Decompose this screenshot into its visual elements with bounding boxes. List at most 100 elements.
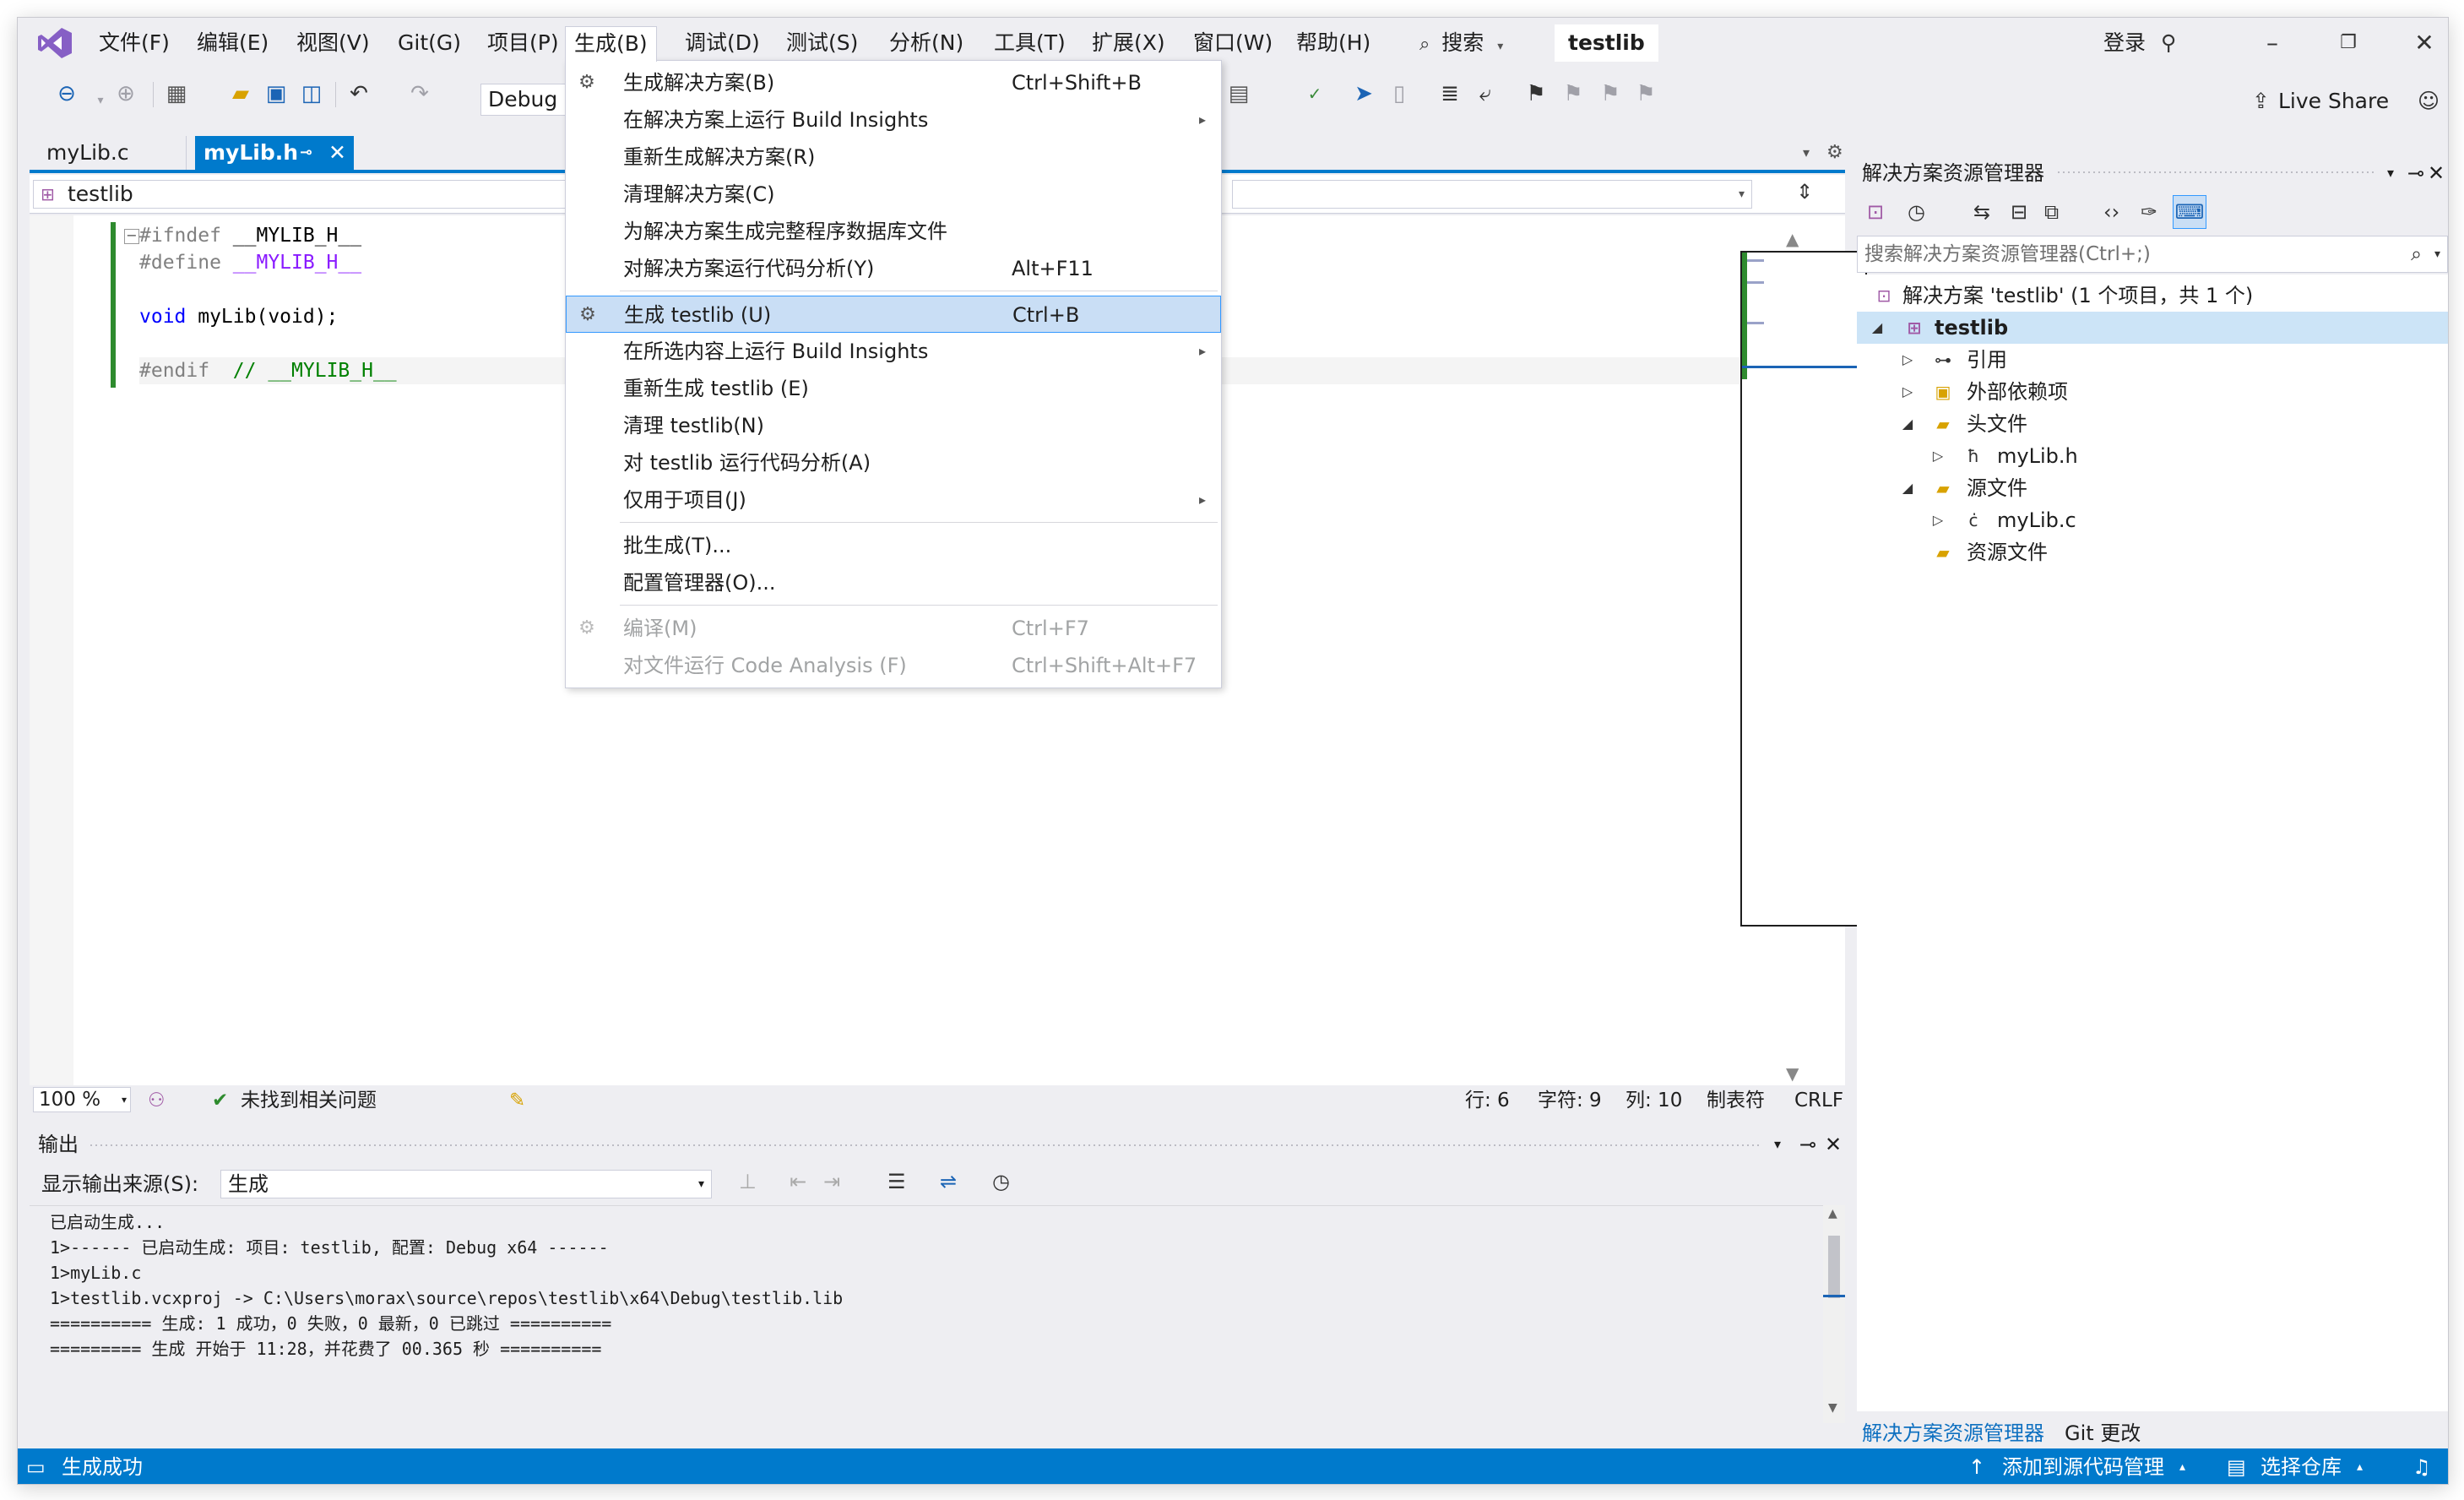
properties-icon[interactable]: ✑ — [2141, 200, 2157, 224]
tab-solution-explorer[interactable]: 解决方案资源管理器 — [1862, 1416, 2044, 1450]
next-message-icon[interactable]: ⇥ — [823, 1170, 840, 1193]
tab-mylib-c[interactable]: myLib.c — [38, 136, 187, 170]
add-to-source-control[interactable]: 添加到源代码管理 — [2002, 1448, 2164, 1484]
back-dropdown-icon[interactable]: ▾ — [94, 87, 107, 114]
menu-extensions[interactable]: 扩展(X) — [1083, 26, 1174, 60]
save-icon[interactable]: ▣ — [263, 80, 290, 107]
char-indicator[interactable]: 字符: 9 — [1538, 1085, 1602, 1116]
back-icon[interactable]: ⊖ — [53, 80, 80, 107]
expanded-icon[interactable]: ◢ — [1869, 312, 1886, 344]
tab-git-changes[interactable]: Git 更改 — [2065, 1416, 2141, 1450]
tree-item-external-deps[interactable]: ▷ ▣ 外部依赖项 — [1857, 376, 2448, 408]
menu-analyze[interactable]: 分析(N) — [881, 26, 972, 60]
tabs-indicator[interactable]: 制表符 — [1707, 1085, 1765, 1116]
zoom-select[interactable]: 100 % ▾ — [33, 1087, 131, 1112]
live-share-button[interactable]: ⇪ Live Share ☺ — [2252, 85, 2440, 117]
switch-views-icon[interactable]: ⊡ — [1867, 200, 1884, 224]
next-bookmark-icon[interactable]: ⚑ — [1597, 80, 1624, 107]
scroll-up-icon[interactable]: ▲ — [1828, 1207, 1837, 1220]
menu-generate-pdb[interactable]: 为解决方案生成完整程序数据库文件 — [566, 213, 1221, 250]
minimap[interactable] — [1740, 251, 1867, 927]
menu-clean-solution[interactable]: 清理解决方案(C) — [566, 176, 1221, 213]
solution-explorer-search[interactable]: 搜索解决方案资源管理器(Ctrl+;) ⌕ ▾ — [1857, 236, 2448, 273]
project-combo[interactable]: ⊞ testlib — [33, 180, 582, 209]
menu-debug[interactable]: 调试(D) — [676, 26, 768, 60]
show-all-files-icon[interactable]: ⧉ — [2044, 200, 2059, 224]
menu-run-code-analysis-project[interactable]: 对 testlib 运行代码分析(A) — [566, 444, 1221, 481]
wrap-icon[interactable]: ⤶ — [1472, 80, 1499, 107]
scroll-down-icon[interactable]: ▼ — [1786, 1063, 1799, 1084]
tree-item-mylib-h[interactable]: ▷ ħ myLib.h — [1857, 440, 2448, 472]
word-wrap-icon[interactable]: ⇌ — [940, 1170, 957, 1193]
code-view-icon[interactable]: ‹› — [2103, 200, 2119, 224]
spell-check-icon[interactable]: ✓ — [1301, 80, 1328, 107]
login-link[interactable]: 登录 ⚲ — [2103, 26, 2176, 60]
close-icon[interactable]: ✕ — [328, 136, 346, 170]
bookmark-icon[interactable]: ⚑ — [1522, 80, 1549, 107]
split-view-icon[interactable]: ⇕ — [1796, 180, 1813, 204]
copilot-icon[interactable]: ⚇ — [148, 1085, 166, 1116]
menu-view[interactable]: 视图(V) — [288, 26, 378, 60]
pin-icon[interactable]: ⊸ — [2407, 156, 2424, 190]
chevron-down-icon[interactable]: ▾ — [1774, 1129, 1781, 1160]
layout-icon[interactable]: ▤ — [1225, 80, 1252, 107]
menu-rebuild-solution[interactable]: 重新生成解决方案(R) — [566, 139, 1221, 176]
collapsed-icon[interactable]: ▷ — [1929, 504, 1946, 536]
tree-item-project[interactable]: ◢ ⊞ testlib — [1857, 312, 2448, 344]
menu-build-project[interactable]: ⚙ 生成 testlib (U) Ctrl+B — [566, 296, 1221, 333]
find-message-icon[interactable]: ⊥ — [739, 1170, 757, 1193]
tree-item-header-files[interactable]: ◢ ▰ 头文件 — [1857, 408, 2448, 440]
scroll-up-icon[interactable]: ▲ — [1786, 229, 1799, 249]
minimize-button[interactable]: – — [2247, 24, 2298, 62]
output-scrollbar[interactable]: ▲ ▼ — [1823, 1205, 1845, 1423]
solution-config-select[interactable]: Debug — [480, 84, 573, 116]
member-combo[interactable]: ▾ — [1232, 180, 1752, 209]
menu-tools[interactable]: 工具(T) — [985, 26, 1074, 60]
prev-bookmark-icon[interactable]: ⚑ — [1560, 80, 1587, 107]
tab-mylib-h[interactable]: myLib.h ⊸ ✕ — [195, 136, 354, 170]
collapse-icon[interactable]: − — [124, 229, 139, 244]
forward-icon[interactable]: ⊕ — [112, 80, 139, 107]
col-indicator[interactable]: 列: 10 — [1625, 1085, 1682, 1116]
expanded-icon[interactable]: ◢ — [1899, 408, 1916, 440]
tree-item-source-files[interactable]: ◢ ▰ 源文件 — [1857, 472, 2448, 504]
menu-clean-project[interactable]: 清理 testlib(N) — [566, 407, 1221, 444]
line-indicator[interactable]: 行: 6 — [1465, 1085, 1510, 1116]
scroll-thumb[interactable] — [1828, 1236, 1840, 1298]
maximize-button[interactable]: ❐ — [2323, 24, 2374, 62]
tree-item-solution[interactable]: ⊡ 解决方案 'testlib' (1 个项目，共 1 个) — [1857, 280, 2448, 312]
collapse-all-icon[interactable]: ⊟ — [2011, 200, 2027, 224]
menu-file[interactable]: 文件(F) — [90, 26, 178, 60]
new-project-icon[interactable]: ▦ — [163, 80, 190, 107]
tab-overflow-icon[interactable]: ▾ — [1803, 136, 1810, 170]
undo-icon[interactable]: ↶ — [345, 80, 372, 107]
clock-icon[interactable]: ◷ — [992, 1170, 1010, 1193]
menu-project[interactable]: 项目(P) — [479, 26, 567, 60]
comment-icon[interactable]: ▯ — [1386, 80, 1413, 107]
expanded-icon[interactable]: ◢ — [1899, 472, 1916, 504]
menu-git[interactable]: Git(G) — [389, 26, 469, 60]
clear-all-icon[interactable]: ☰ — [887, 1170, 906, 1193]
close-button[interactable]: ✕ — [2399, 24, 2448, 62]
clear-bookmark-icon[interactable]: ⚑ — [1632, 80, 1659, 107]
open-folder-icon[interactable]: ▰ — [227, 80, 254, 107]
menu-build-insights-solution[interactable]: 在解决方案上运行 Build Insights ▸ — [566, 101, 1221, 139]
menu-edit[interactable]: 编辑(E) — [188, 26, 277, 60]
tree-item-mylib-c[interactable]: ▷ ċ myLib.c — [1857, 504, 2448, 536]
close-icon[interactable]: ✕ — [1825, 1129, 1842, 1160]
collapsed-icon[interactable]: ▷ — [1899, 376, 1916, 408]
close-icon[interactable]: ✕ — [2428, 156, 2445, 190]
menu-project-only[interactable]: 仅用于项目(J) ▸ — [566, 481, 1221, 519]
menu-build[interactable]: 生成(B) — [565, 26, 657, 62]
redo-icon[interactable]: ↷ — [406, 80, 433, 107]
menu-build-solution[interactable]: ⚙ 生成解决方案(B) Ctrl+Shift+B — [566, 64, 1221, 101]
prev-message-icon[interactable]: ⇤ — [790, 1170, 806, 1193]
menu-batch-build[interactable]: 批生成(T)... — [566, 527, 1221, 564]
output-source-select[interactable]: 生成 ▾ — [220, 1170, 712, 1198]
pointer-icon[interactable]: ➤ — [1350, 80, 1377, 107]
menu-window[interactable]: 窗口(W) — [1185, 26, 1281, 60]
eol-indicator[interactable]: CRLF — [1794, 1085, 1843, 1116]
chevron-down-icon[interactable]: ▾ — [2387, 156, 2394, 190]
home-icon[interactable]: ◷ — [1908, 200, 1925, 224]
collapsed-icon[interactable]: ▷ — [1899, 344, 1916, 376]
